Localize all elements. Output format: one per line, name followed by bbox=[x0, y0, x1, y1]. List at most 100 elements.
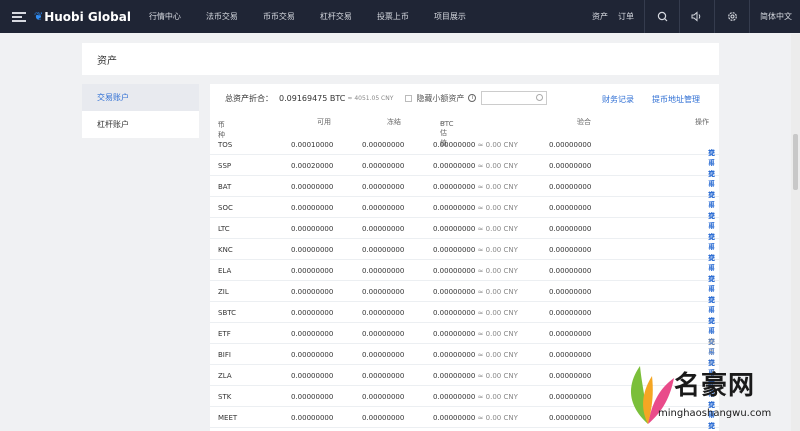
header-available: 可用 bbox=[317, 118, 331, 126]
coin-cell: TOS bbox=[218, 141, 233, 149]
finance-record-link[interactable]: 财务记录 bbox=[602, 94, 634, 105]
language-selector[interactable]: 简体中文 bbox=[750, 11, 800, 22]
nav-assets-link[interactable]: 资产 bbox=[592, 11, 608, 22]
frozen-cell: 0.00000000 bbox=[362, 288, 405, 296]
frozen-cell: 0.00000000 bbox=[362, 372, 405, 380]
cny-amount: ≈ 0.00 CNY bbox=[477, 351, 518, 359]
site-watermark: 名豪网 minghaoshangwu.com bbox=[614, 350, 800, 431]
available-cell: 0.00000000 bbox=[291, 267, 334, 275]
ratio-cell: 0.00000000 bbox=[549, 267, 592, 275]
available-cell: 0.00000000 bbox=[291, 372, 334, 380]
ratio-cell: 0.00000000 bbox=[549, 351, 592, 359]
coin-cell: ZLA bbox=[218, 372, 232, 380]
btc-value-cell: 0.00000000 ≈ 0.00 CNY bbox=[433, 141, 518, 149]
btc-value-cell: 0.00000000 ≈ 0.00 CNY bbox=[433, 162, 518, 170]
available-cell: 0.00000000 bbox=[291, 183, 334, 191]
btc-value-cell: 0.00000000 ≈ 0.00 CNY bbox=[433, 351, 518, 359]
btc-amount: 0.00000000 bbox=[433, 162, 476, 170]
coin-cell: SOC bbox=[218, 204, 233, 212]
btc-amount: 0.00000000 bbox=[433, 351, 476, 359]
flame-icon: ❦ bbox=[34, 10, 44, 23]
total-cny-value: ≈ 4051.05 CNY bbox=[347, 94, 394, 102]
btc-value-cell: 0.00000000 ≈ 0.00 CNY bbox=[433, 309, 518, 317]
cny-amount: ≈ 0.00 CNY bbox=[477, 267, 518, 275]
nav-right: 资产 订单 简体中文 bbox=[592, 0, 800, 33]
speaker-icon[interactable] bbox=[680, 0, 714, 33]
side-item-margin-account[interactable]: 杠杆账户 bbox=[82, 111, 199, 138]
frozen-cell: 0.00000000 bbox=[362, 225, 405, 233]
btc-amount: 0.00000000 bbox=[433, 267, 476, 275]
total-assets-label: 总资产折合： bbox=[225, 93, 273, 103]
ratio-cell: 0.00000000 bbox=[549, 141, 592, 149]
cny-amount: ≈ 0.00 CNY bbox=[477, 330, 518, 338]
cny-amount: ≈ 0.00 CNY bbox=[477, 393, 518, 401]
table-header: 币种 ▴▾ 可用 冻结 BTC估值 ▴▾ 验合 操作 bbox=[218, 118, 709, 147]
hide-small-label: 隐藏小额资产 bbox=[416, 93, 465, 103]
side-item-trading-account[interactable]: 交易账户 bbox=[82, 84, 199, 111]
top-nav: ❦ Huobi Global 行情中心 法币交易 币币交易 杠杆交易 投票上币 项… bbox=[0, 0, 800, 33]
frozen-cell: 0.00000000 bbox=[362, 183, 405, 191]
table-row: ZIL 0.00000000 0.00000000 0.00000000 ≈ 0.00… bbox=[210, 281, 719, 314]
btc-value-cell: 0.00000000 ≈ 0.00 CNY bbox=[433, 267, 518, 275]
frozen-cell: 0.00000000 bbox=[362, 141, 405, 149]
available-cell: 0.00010000 bbox=[291, 141, 334, 149]
cny-amount: ≈ 0.00 CNY bbox=[477, 288, 518, 296]
coin-cell: SBTC bbox=[218, 309, 236, 317]
nav-orders-link[interactable]: 订单 bbox=[618, 11, 634, 22]
nav-item-margin[interactable]: 杠杆交易 bbox=[320, 11, 352, 22]
hide-small-checkbox[interactable] bbox=[405, 94, 413, 102]
watermark-url: minghaoshangwu.com bbox=[658, 408, 772, 419]
menu-icon[interactable] bbox=[12, 12, 26, 22]
coin-cell: MEET bbox=[218, 414, 238, 422]
nav-item-otc[interactable]: 法币交易 bbox=[206, 11, 238, 22]
btc-value-cell: 0.00000000 ≈ 0.00 CNY bbox=[433, 330, 518, 338]
coin-cell: ELA bbox=[218, 267, 232, 275]
coin-cell: ETF bbox=[218, 330, 231, 338]
btc-amount: 0.00000000 bbox=[433, 246, 476, 254]
withdraw-address-link[interactable]: 提币地址管理 bbox=[652, 94, 700, 105]
sort-icon: ▴▾ bbox=[440, 120, 446, 126]
table-row: ELA 0.00000000 0.00000000 0.00000000 ≈ 0.00… bbox=[210, 260, 719, 293]
cny-amount: ≈ 0.00 CNY bbox=[477, 141, 518, 149]
ratio-cell: 0.00000000 bbox=[549, 204, 592, 212]
ratio-cell: 0.00000000 bbox=[549, 246, 592, 254]
page-title-bar: 资产 bbox=[82, 43, 719, 75]
cny-amount: ≈ 0.00 CNY bbox=[477, 204, 518, 212]
nav-item-projects[interactable]: 项目展示 bbox=[434, 11, 466, 22]
settings-icon[interactable] bbox=[715, 0, 749, 33]
ratio-cell: 0.00000000 bbox=[549, 393, 592, 401]
user-icon[interactable] bbox=[645, 0, 679, 33]
coin-cell: SSP bbox=[218, 162, 232, 170]
ratio-cell: 0.00000000 bbox=[549, 162, 592, 170]
ratio-cell: 0.00000000 bbox=[549, 330, 592, 338]
frozen-cell: 0.00000000 bbox=[362, 414, 405, 422]
cny-amount: ≈ 0.00 CNY bbox=[477, 309, 518, 317]
table-row: SBTC 0.00000000 0.00000000 0.00000000 ≈ 0.0… bbox=[210, 302, 719, 335]
btc-value-cell: 0.00000000 ≈ 0.00 CNY bbox=[433, 414, 518, 422]
info-icon[interactable]: i bbox=[468, 94, 477, 102]
nav-item-market[interactable]: 行情中心 bbox=[149, 11, 181, 22]
coin-cell: BIFI bbox=[218, 351, 231, 359]
btc-amount: 0.00000000 bbox=[433, 372, 476, 380]
btc-value-cell: 0.00000000 ≈ 0.00 CNY bbox=[433, 204, 518, 212]
ratio-cell: 0.00000000 bbox=[549, 183, 592, 191]
nav-item-vote[interactable]: 投票上币 bbox=[377, 11, 409, 22]
ratio-cell: 0.00000000 bbox=[549, 288, 592, 296]
table-row: TOS 0.00010000 0.00000000 0.00000000 ≈ 0.00… bbox=[210, 134, 719, 167]
watermark-title: 名豪网 bbox=[674, 371, 756, 401]
coin-cell: STK bbox=[218, 393, 232, 401]
btc-amount: 0.00000000 bbox=[433, 414, 476, 422]
nav-item-exchange[interactable]: 币币交易 bbox=[263, 11, 295, 22]
btc-amount: 0.00000000 bbox=[433, 183, 476, 191]
summary-bar: 总资产折合： 0.09169475 BTC ≈ 4051.05 CNY 隐藏小额… bbox=[210, 84, 719, 112]
scrollbar-thumb[interactable] bbox=[793, 134, 798, 190]
logo[interactable]: ❦ Huobi Global bbox=[34, 10, 131, 24]
total-btc-value: 0.09169475 BTC bbox=[279, 93, 346, 103]
frozen-cell: 0.00000000 bbox=[362, 246, 405, 254]
available-cell: 0.00000000 bbox=[291, 393, 334, 401]
cny-amount: ≈ 0.00 CNY bbox=[477, 414, 518, 422]
coin-search-input[interactable] bbox=[481, 91, 547, 105]
frozen-cell: 0.00000000 bbox=[362, 330, 405, 338]
table-row: BAT 0.00000000 0.00000000 0.00000000 ≈ 0.00… bbox=[210, 176, 719, 209]
table-row: LTC 0.00000000 0.00000000 0.00000000 ≈ 0.00… bbox=[210, 218, 719, 251]
